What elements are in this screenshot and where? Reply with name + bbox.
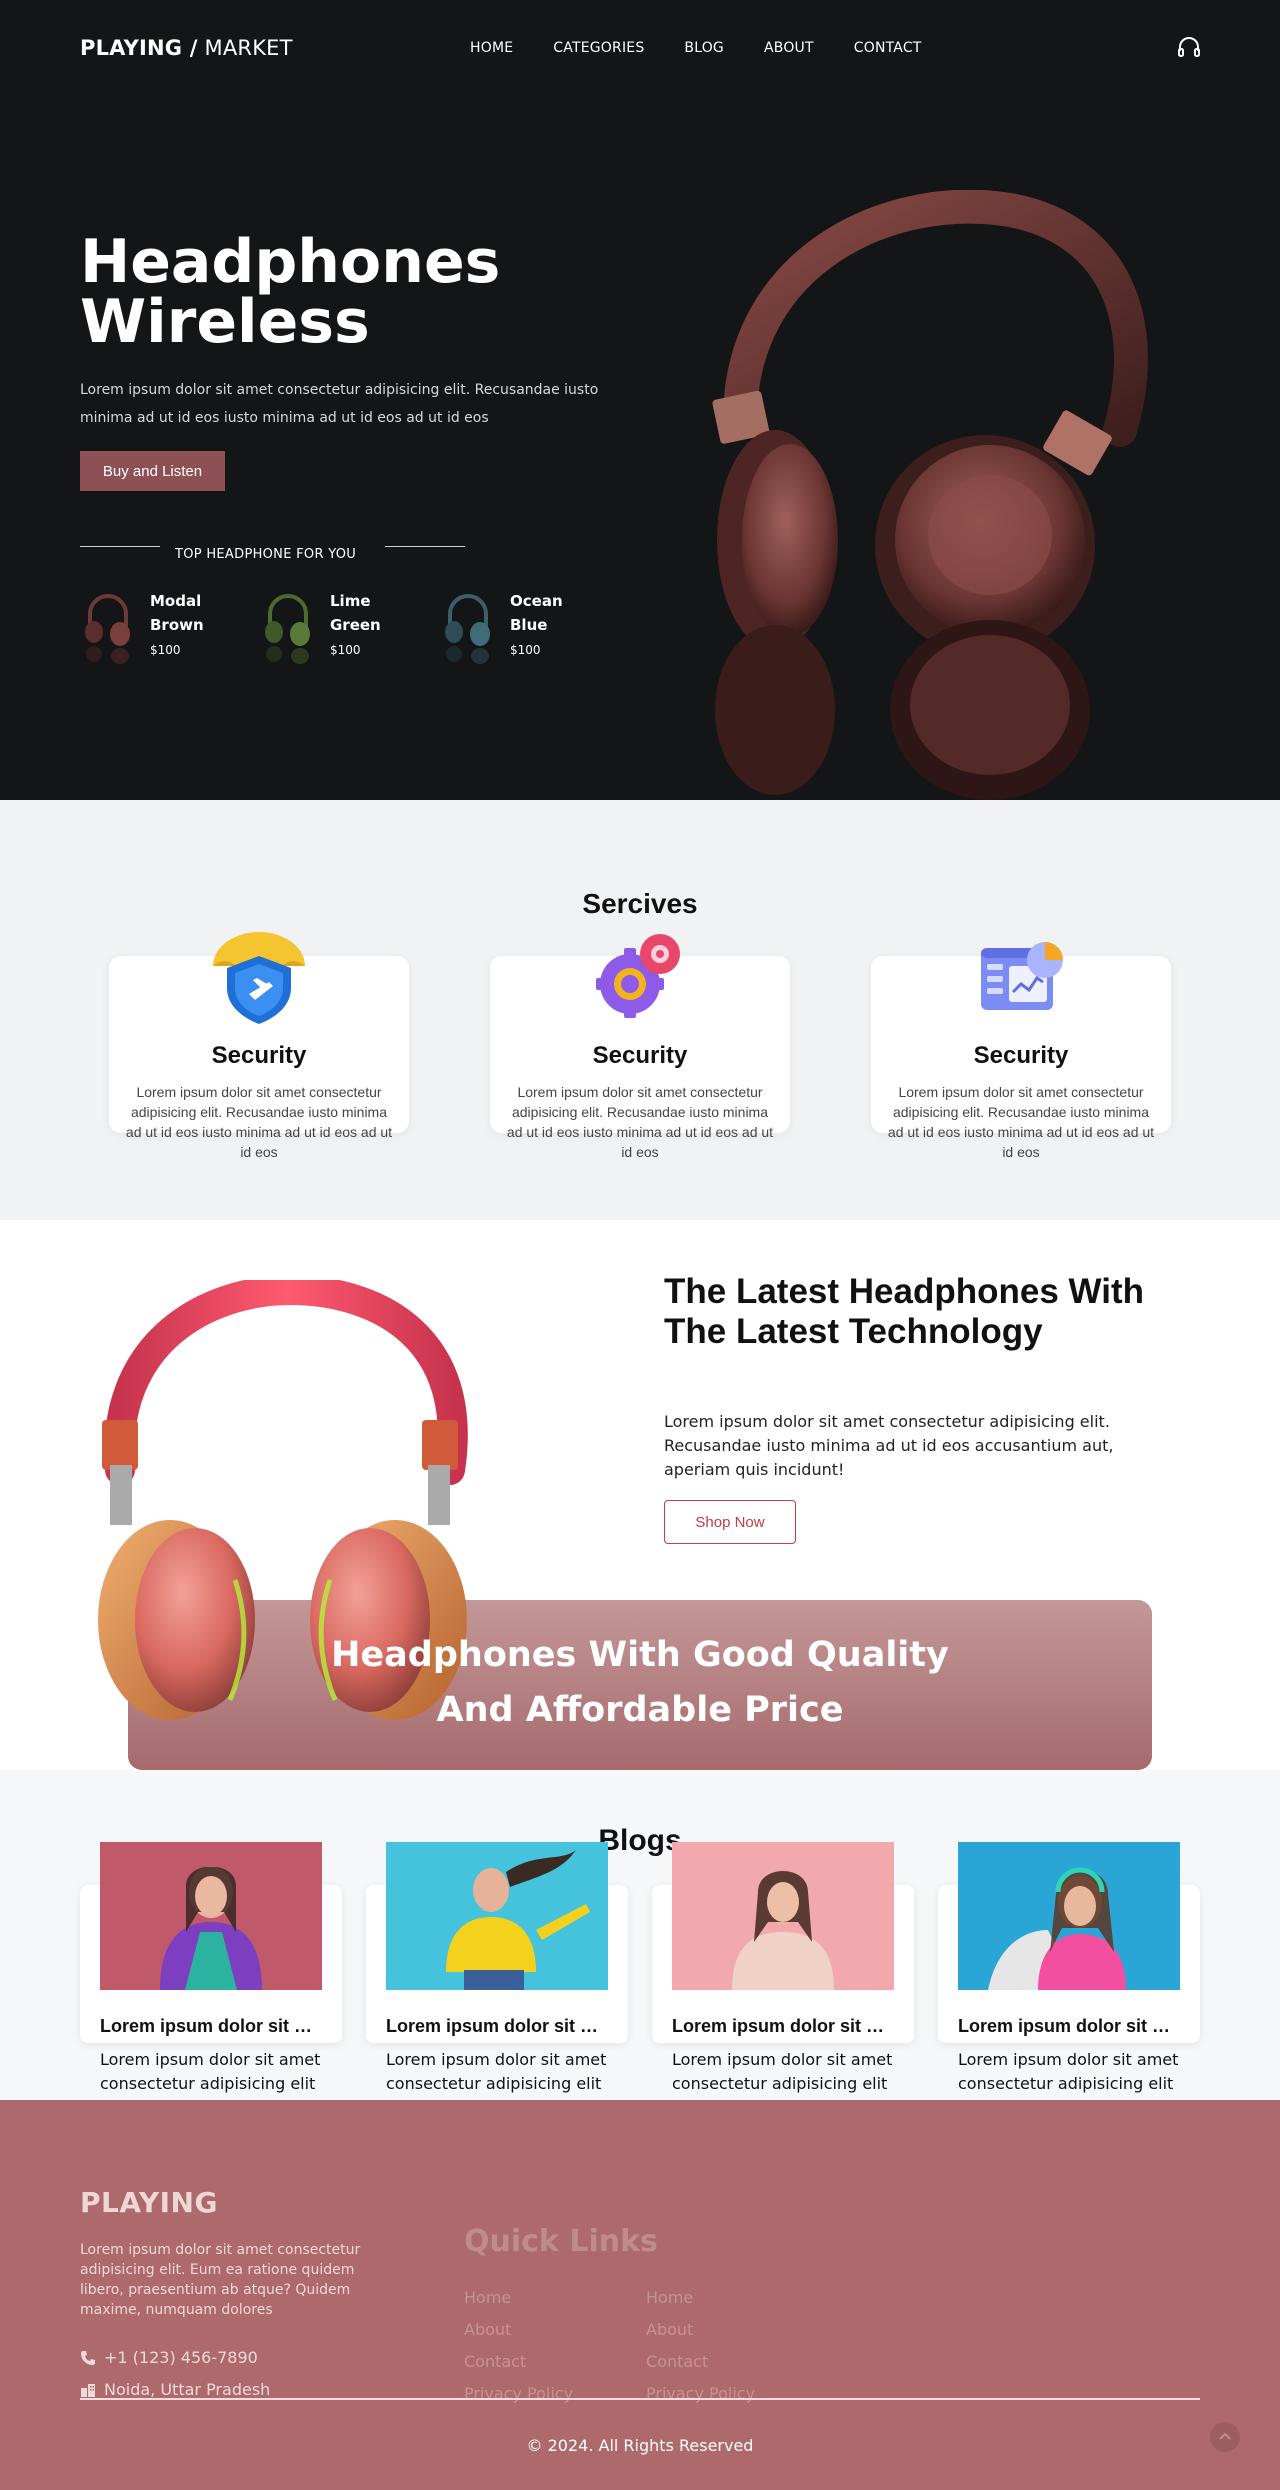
product-card-lime-green[interactable]: Lime Green $100 xyxy=(260,586,440,666)
latest-description: Lorem ipsum dolor sit amet consectetur a… xyxy=(664,1412,1114,1479)
address-text: Noida, Uttar Pradesh xyxy=(104,2380,271,2399)
product-price: $100 xyxy=(330,643,361,657)
blog-heading[interactable]: Lorem ipsum dolor sit amet xyxy=(672,2016,894,2037)
footer-divider xyxy=(80,2398,1200,2400)
nav-blog[interactable]: BLOG xyxy=(684,40,724,56)
footer-link-about[interactable]: About xyxy=(646,2320,693,2339)
blog-heading[interactable]: Lorem ipsum dolor sit amet xyxy=(100,2016,322,2037)
product-card-modal-brown[interactable]: Modal Brown $100 xyxy=(80,586,260,666)
divider-right xyxy=(385,546,465,547)
phone-text: +1 (123) 456-7890 xyxy=(104,2348,258,2367)
blog-heading[interactable]: Lorem ipsum dolor sit amet xyxy=(386,2016,608,2037)
headphones-icon[interactable] xyxy=(1177,36,1201,58)
footer-description: Lorem ipsum dolor sit amet consectetur a… xyxy=(80,2242,361,2318)
product-name: Lime Green xyxy=(330,592,381,634)
blog-text: Lorem ipsum dolor sit amet consectetur a… xyxy=(672,2050,893,2093)
service-name: Security xyxy=(592,1042,688,1069)
building-icon xyxy=(81,2383,95,2397)
latest-title: The Latest Headphones With The Latest Te… xyxy=(664,1272,1145,1351)
service-text: Lorem ipsum dolor sit amet consectetur a… xyxy=(887,1084,1155,1160)
nav-about[interactable]: ABOUT xyxy=(764,40,814,56)
gears-icon xyxy=(596,934,680,1018)
footer-logo[interactable]: PLAYING xyxy=(80,2186,218,2219)
hero-title-line2: Wireless xyxy=(80,287,370,357)
blog-image[interactable] xyxy=(958,1842,1180,1990)
headphone-thumb-icon xyxy=(445,594,490,664)
service-name: Security xyxy=(211,1042,307,1069)
logo-bold: PLAYING / xyxy=(80,36,198,60)
service-text: Lorem ipsum dolor sit amet consectetur a… xyxy=(506,1084,774,1160)
footer-address: Noida, Uttar Pradesh xyxy=(80,2380,270,2399)
footer-link-about[interactable]: About xyxy=(464,2320,511,2339)
footer-link-home[interactable]: Home xyxy=(464,2288,511,2307)
product-price: $100 xyxy=(510,643,541,657)
service-text: Lorem ipsum dolor sit amet consectetur a… xyxy=(125,1084,393,1160)
umbrella-shield-icon xyxy=(213,932,305,1024)
buy-and-listen-button[interactable]: Buy and Listen xyxy=(80,451,225,491)
blog-text: Lorem ipsum dolor sit amet consectetur a… xyxy=(386,2050,607,2093)
product-name: Modal Brown xyxy=(150,592,204,634)
nav-categories[interactable]: CATEGORIES xyxy=(553,40,644,56)
main-menu: HOME CATEGORIES BLOG ABOUT CONTACT xyxy=(470,40,922,56)
blog-heading[interactable]: Lorem ipsum dolor sit amet xyxy=(958,2016,1180,2037)
footer-link-privacy[interactable]: Privacy Policy xyxy=(646,2384,755,2403)
blog-image[interactable] xyxy=(100,1842,322,1990)
product-card-ocean-blue[interactable]: Ocean Blue $100 xyxy=(440,586,620,666)
dashboard-chart-icon xyxy=(981,942,1063,1010)
nav-contact[interactable]: CONTACT xyxy=(854,40,922,56)
service-name: Security xyxy=(973,1042,1069,1069)
chevron-up-icon xyxy=(1219,2432,1231,2440)
phone-icon xyxy=(81,2350,95,2365)
quick-links-title: Quick Links xyxy=(464,2224,658,2259)
footer-link-contact[interactable]: Contact xyxy=(646,2352,708,2371)
hero-headphones-image xyxy=(712,190,1148,800)
site-logo[interactable]: PLAYING / MARKET xyxy=(80,36,293,60)
blog-text: Lorem ipsum dolor sit amet consectetur a… xyxy=(100,2050,321,2093)
services-title: Sercives xyxy=(582,888,698,919)
blog-image[interactable] xyxy=(386,1842,608,1990)
divider-left xyxy=(80,546,160,547)
logo-thin: MARKET xyxy=(197,36,293,60)
top-nav: PLAYING / MARKET HOME CATEGORIES BLOG AB… xyxy=(0,0,1280,96)
blog-image[interactable] xyxy=(672,1842,894,1990)
headphone-thumb-icon xyxy=(265,594,310,664)
product-price: $100 xyxy=(150,643,181,657)
hero-description: Lorem ipsum dolor sit amet consectetur a… xyxy=(80,382,599,426)
blog-text: Lorem ipsum dolor sit amet consectetur a… xyxy=(958,2050,1179,2093)
hero-section: PLAYING / MARKET HOME CATEGORIES BLOG AB… xyxy=(0,0,1280,800)
copyright: © 2024. All Rights Reserved xyxy=(526,2436,754,2455)
footer-phone[interactable]: +1 (123) 456-7890 xyxy=(80,2348,258,2367)
hero-title: Headphones Wireless xyxy=(80,232,500,352)
scroll-top-button[interactable] xyxy=(1210,2422,1240,2452)
top-headphone-label: TOP HEADPHONE FOR YOU xyxy=(175,547,357,562)
headphone-thumb-icon xyxy=(85,594,130,664)
footer-link-home[interactable]: Home xyxy=(646,2288,693,2307)
banner-text: Headphones With Good Quality And Afforda… xyxy=(331,1635,949,1730)
shop-now-button[interactable]: Shop Now xyxy=(664,1500,796,1544)
product-name: Ocean Blue xyxy=(510,592,563,634)
footer-link-privacy[interactable]: Privacy Policy xyxy=(464,2384,573,2403)
footer-link-contact[interactable]: Contact xyxy=(464,2352,526,2371)
nav-home[interactable]: HOME xyxy=(470,40,513,56)
